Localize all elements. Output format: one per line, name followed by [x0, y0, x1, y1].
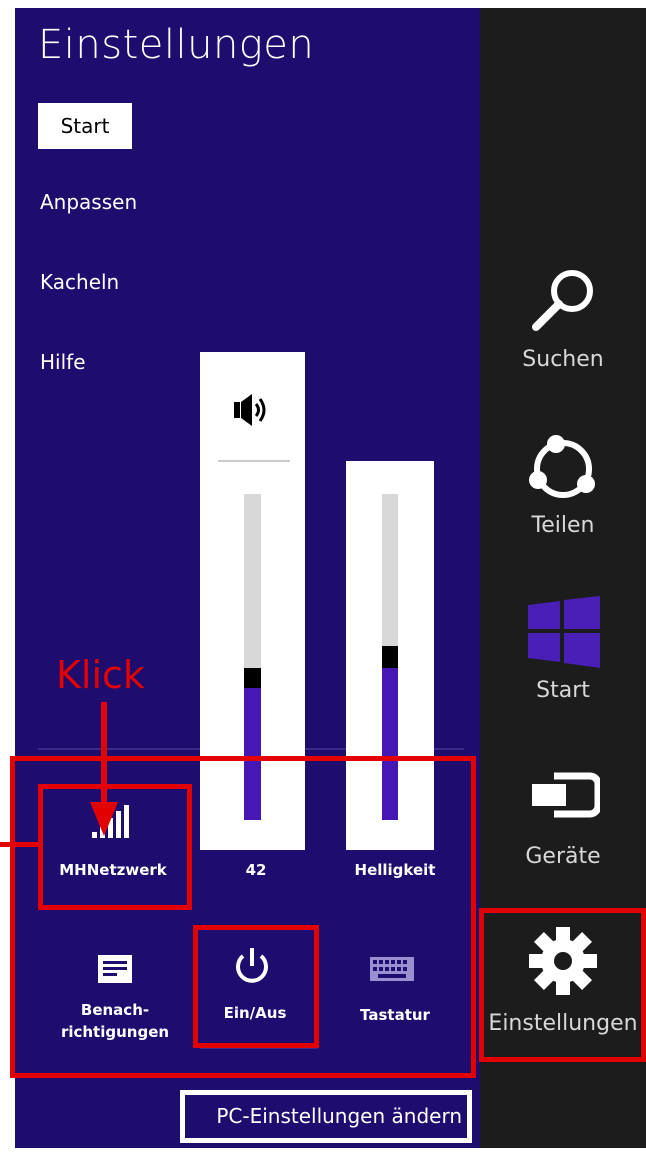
volume-slider-thumb[interactable]	[244, 668, 261, 688]
pc-settings-highlight	[180, 1090, 472, 1143]
settings-charm-highlight	[479, 908, 646, 1062]
nav-item-hilfe[interactable]: Hilfe	[40, 350, 86, 374]
devices-icon[interactable]	[530, 772, 600, 818]
windows-logo-icon[interactable]	[528, 596, 600, 668]
annotation-arrow-icon	[90, 702, 118, 836]
volume-separator	[218, 460, 290, 462]
power-highlight	[193, 925, 319, 1048]
start-settings-button[interactable]: Start	[38, 103, 132, 149]
share-icon[interactable]	[526, 432, 600, 506]
annotation-pointer-line	[0, 842, 40, 847]
panel-title: Einstellungen	[38, 22, 315, 68]
speaker-icon	[234, 394, 266, 426]
klick-annotation: Klick	[56, 653, 145, 697]
charm-devices-label[interactable]: Geräte	[480, 844, 646, 869]
charm-start-label[interactable]: Start	[480, 678, 646, 703]
charm-search-label[interactable]: Suchen	[480, 347, 646, 372]
nav-item-anpassen[interactable]: Anpassen	[40, 190, 137, 214]
brightness-slider-thumb[interactable]	[382, 646, 398, 668]
nav-item-kacheln[interactable]: Kacheln	[40, 270, 119, 294]
charm-share-label[interactable]: Teilen	[480, 513, 646, 538]
search-icon[interactable]	[530, 267, 598, 335]
